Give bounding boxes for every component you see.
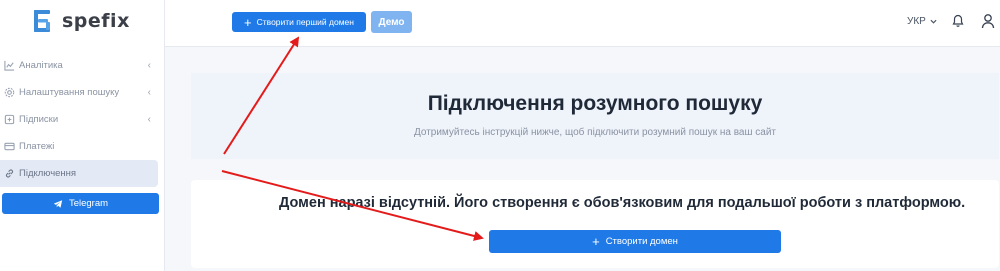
- chevron-down-icon: [930, 19, 937, 24]
- chevron-left-icon: ‹: [147, 87, 151, 98]
- sidebar-item-label: Підписки: [19, 114, 59, 125]
- sidebar-item-connection[interactable]: Підключення: [0, 160, 158, 187]
- bell-icon[interactable]: [952, 14, 964, 28]
- chart-icon: [4, 60, 15, 71]
- telegram-label: Telegram: [68, 198, 109, 209]
- create-first-domain-button[interactable]: + Створити перший домен: [232, 12, 366, 32]
- telegram-button[interactable]: Telegram: [2, 193, 159, 214]
- connection-header: Підключення розумного пошуку Дотримуйтес…: [191, 73, 999, 159]
- chevron-left-icon: ‹: [147, 114, 151, 125]
- brand-name: spefix: [62, 10, 130, 32]
- sidebar-item-label: Аналітика: [19, 60, 63, 71]
- logo-icon: [34, 10, 50, 32]
- create-domain-label: Створити домен: [605, 236, 678, 247]
- gear-icon: [4, 87, 15, 98]
- link-icon: [4, 168, 15, 179]
- create-domain-button[interactable]: + Створити домен: [489, 230, 781, 253]
- language-selector[interactable]: УКР: [907, 16, 937, 27]
- demo-label: Демо: [378, 16, 405, 28]
- sidebar-nav: Аналітика ‹ Налаштування пошуку ‹ Підпис…: [0, 52, 164, 187]
- subscription-icon: [4, 114, 15, 125]
- sidebar-item-subscriptions[interactable]: Підписки ‹: [0, 106, 164, 133]
- plus-icon: +: [244, 14, 252, 30]
- sidebar: spefix Аналітика ‹ Налаштування пошуку ‹…: [0, 0, 165, 271]
- page-title: Підключення розумного пошуку: [427, 92, 763, 115]
- sidebar-item-payments[interactable]: Платежі: [0, 133, 164, 160]
- card-icon: [4, 141, 15, 152]
- telegram-icon: [53, 199, 63, 208]
- sidebar-item-label: Підключення: [19, 168, 77, 179]
- language-label: УКР: [907, 16, 926, 27]
- domain-missing-message: Домен наразі відсутній. Його створення є…: [279, 195, 966, 211]
- plus-icon: +: [592, 234, 600, 249]
- demo-button[interactable]: Демо: [371, 11, 412, 33]
- chevron-left-icon: ‹: [147, 60, 151, 71]
- user-icon[interactable]: [981, 13, 995, 29]
- sidebar-item-label: Платежі: [19, 141, 55, 152]
- create-first-domain-label: Створити перший домен: [256, 17, 354, 27]
- sidebar-item-analytics[interactable]: Аналітика ‹: [0, 52, 164, 79]
- page-subtitle: Дотримуйтесь інструкцій нижче, щоб підкл…: [413, 127, 777, 138]
- domain-card: Домен наразі відсутній. Його створення є…: [191, 180, 999, 268]
- topbar: + Створити перший домен Демо УКР: [165, 0, 1000, 47]
- sidebar-item-search-settings[interactable]: Налаштування пошуку ‹: [0, 79, 164, 106]
- sidebar-item-label: Налаштування пошуку: [19, 87, 120, 98]
- logo[interactable]: spefix: [32, 8, 130, 34]
